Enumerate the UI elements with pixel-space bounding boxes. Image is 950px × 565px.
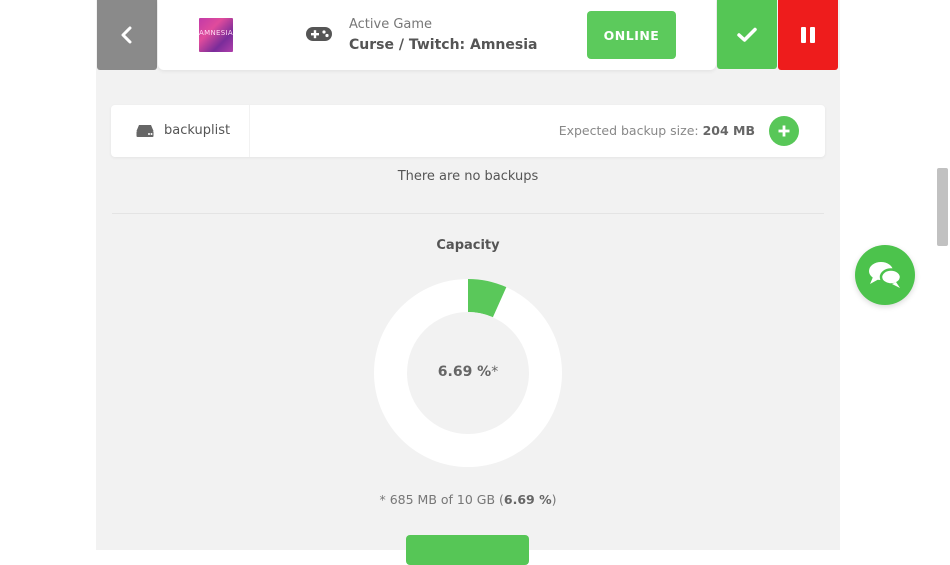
backuplist-label: backuplist bbox=[164, 123, 231, 138]
online-status-button[interactable]: ONLINE bbox=[587, 11, 676, 59]
tab-backuplist[interactable]: backuplist bbox=[111, 105, 250, 157]
backup-card: backuplist Expected backup size: 204 MB bbox=[111, 105, 825, 157]
active-game-card: AMNESIA Active Game Curse / Twitch: Amne… bbox=[158, 0, 716, 70]
expected-backup-size: Expected backup size: 204 MB bbox=[559, 123, 755, 138]
add-backup-button[interactable] bbox=[769, 116, 799, 146]
check-icon bbox=[737, 27, 757, 42]
section-divider bbox=[112, 213, 824, 214]
confirm-button[interactable] bbox=[717, 0, 777, 69]
no-backups-message: There are no backups bbox=[397, 169, 539, 184]
scrollbar-track[interactable] bbox=[936, 0, 950, 550]
capacity-percent-asterisk: * bbox=[491, 364, 499, 380]
capacity-note-percent: 6.69 % bbox=[503, 492, 552, 507]
game-thumbnail-logo: AMNESIA bbox=[199, 29, 233, 37]
chat-bubbles-icon bbox=[869, 262, 903, 288]
pause-button[interactable] bbox=[778, 0, 838, 70]
pause-icon bbox=[801, 27, 815, 43]
capacity-note-close: ) bbox=[551, 492, 557, 507]
back-button[interactable] bbox=[97, 0, 157, 70]
capacity-note: * 685 MB of 10 GB (6.69 %) bbox=[111, 492, 825, 507]
active-game-label: Active Game bbox=[349, 17, 433, 32]
gamepad-icon bbox=[306, 27, 332, 41]
scrollbar-thumb[interactable] bbox=[937, 168, 948, 246]
capacity-note-text: * 685 MB of 10 GB ( bbox=[379, 492, 504, 507]
capacity-title: Capacity bbox=[436, 238, 500, 253]
capacity-percent: 6.69 %* bbox=[374, 364, 562, 380]
plus-icon bbox=[778, 125, 790, 137]
hard-drive-icon bbox=[136, 125, 154, 137]
active-game-name: Curse / Twitch: Amnesia bbox=[349, 37, 538, 53]
chat-button[interactable] bbox=[855, 245, 915, 305]
capacity-percent-value: 6.69 % bbox=[437, 364, 492, 380]
game-thumbnail: AMNESIA bbox=[199, 18, 233, 52]
expected-backup-size-value: 204 MB bbox=[702, 123, 755, 138]
capacity-action-button[interactable] bbox=[406, 535, 529, 565]
chevron-left-icon bbox=[121, 26, 132, 44]
expected-backup-size-label: Expected backup size: bbox=[558, 123, 703, 138]
main-panel bbox=[96, 0, 840, 550]
